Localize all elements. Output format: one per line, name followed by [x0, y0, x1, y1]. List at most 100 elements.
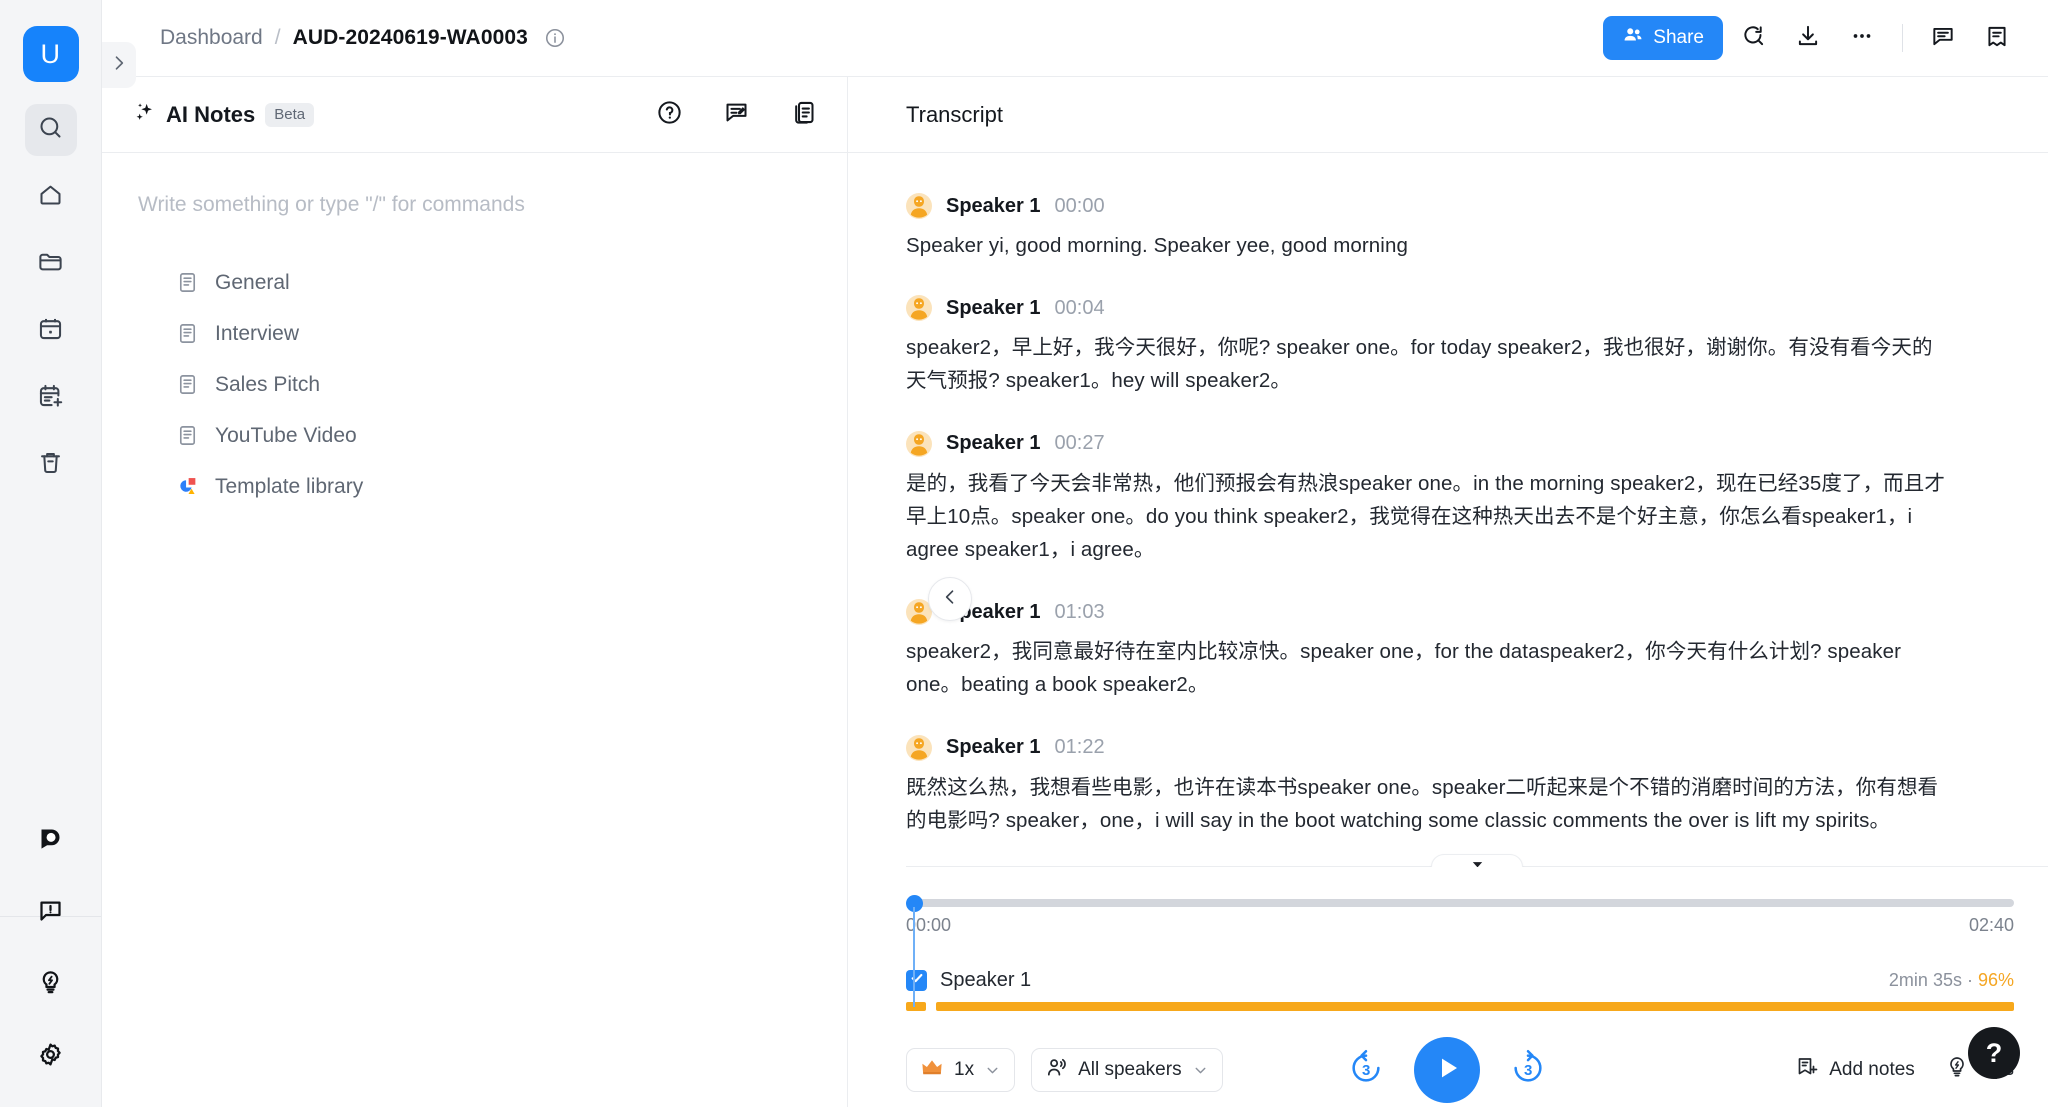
sidebar-item-brand[interactable] — [25, 815, 77, 867]
app-root: U Dashboard / AUD-20240619-WA0003 Share … — [0, 0, 2048, 1107]
main-column: Dashboard / AUD-20240619-WA0003 Share AI… — [102, 0, 2048, 1107]
transcript-text: speaker2，我同意最好待在室内比较凉快。speaker one，for t… — [906, 640, 1902, 697]
speaker-filter-button[interactable]: All speakers — [1031, 1048, 1223, 1092]
add-notes-button[interactable]: Add notes — [1795, 1055, 1915, 1085]
add-notes-icon — [1795, 1055, 1819, 1085]
transcript-entry[interactable]: Speaker 1 01:03 speaker2，我同意最好待在室内比较凉快。s… — [906, 599, 1990, 701]
collapse-notes-pane-button[interactable] — [928, 577, 972, 621]
ai-notes-title-group: AI Notes Beta — [134, 101, 315, 128]
crown-icon — [920, 1055, 944, 1085]
speaker-waveform[interactable] — [906, 1002, 2014, 1011]
template-item-label: General — [215, 270, 290, 294]
share-button[interactable]: Share — [1603, 16, 1723, 60]
time-row: 00:00 02:40 — [906, 915, 2014, 936]
note-editor-placeholder[interactable]: Write something or type "/" for commands — [134, 193, 815, 217]
avatar — [906, 430, 932, 457]
template-item-youtube-video[interactable]: YouTube Video — [134, 410, 815, 461]
sidebar-item-trash[interactable] — [25, 439, 77, 491]
search-refresh-button[interactable] — [1731, 15, 1777, 61]
transcript-timestamp[interactable]: 00:00 — [1055, 195, 1105, 218]
rewind-button[interactable]: 3 — [1346, 1049, 1386, 1090]
template-item-interview[interactable]: Interview — [134, 308, 815, 359]
transcript-timestamp[interactable]: 00:27 — [1055, 432, 1105, 455]
transcript-speaker: Speaker 1 — [946, 194, 1041, 217]
calendar-icon — [37, 315, 64, 347]
speakers-icon — [1045, 1056, 1068, 1085]
top-bar: Dashboard / AUD-20240619-WA0003 Share — [102, 0, 2048, 76]
ai-notes-pane: AI Notes Beta Write something or type "/… — [102, 77, 848, 1107]
document-icon — [176, 424, 199, 447]
waveform-segment — [936, 1002, 2014, 1011]
sidebar-item-calendar[interactable] — [25, 305, 77, 357]
people-icon — [1622, 24, 1644, 52]
transcript-text: 既然这么热，我想看些电影，也许在读本书speaker one。speaker二听… — [906, 775, 1939, 832]
sidebar-item-calendar-add[interactable] — [25, 372, 77, 424]
document-icon — [176, 373, 199, 396]
template-item-general[interactable]: General — [134, 257, 815, 308]
chevron-down-icon — [1192, 1062, 1209, 1079]
question-mark-icon: ? — [1985, 1037, 2003, 1068]
search-icon — [37, 114, 64, 146]
speaker-track-checkbox[interactable] — [906, 970, 927, 991]
ai-notes-header: AI Notes Beta — [102, 77, 847, 153]
sidebar-item-feedback[interactable] — [25, 887, 77, 939]
gear-icon — [37, 1041, 64, 1073]
template-item-label: Template library — [215, 474, 364, 498]
transcript-timestamp[interactable]: 00:04 — [1055, 297, 1105, 320]
audio-player: 00:00 02:40 Speaker 1 2min 35s · 96% 1x … — [848, 867, 2048, 1107]
comment-edit-icon — [723, 99, 750, 131]
sidebar-item-tips[interactable] — [25, 959, 77, 1011]
transcript-timestamp[interactable]: 01:03 — [1055, 601, 1105, 624]
seek-bar[interactable] — [912, 899, 2014, 907]
info-icon[interactable] — [544, 27, 566, 49]
speaker-filter-label: All speakers — [1078, 1059, 1182, 1080]
chevron-down-icon — [984, 1062, 1001, 1079]
play-button[interactable] — [1414, 1037, 1481, 1103]
playback-speed-button[interactable]: 1x — [906, 1048, 1016, 1092]
speaker-track-duration: 2min 35s — [1888, 970, 1962, 990]
playback-speed-label: 1x — [954, 1059, 975, 1080]
speaker-track-percent: 96% — [1977, 970, 2014, 990]
notes-panel-button[interactable] — [1974, 15, 2020, 61]
playhead-line — [913, 907, 915, 1007]
speaker-track-row: Speaker 1 2min 35s · 96% — [906, 969, 2014, 992]
transcript-entry[interactable]: Speaker 1 00:04 speaker2，早上好，我今天很好，你呢? s… — [906, 295, 1990, 397]
transcript-entry-meta: Speaker 1 01:03 — [906, 599, 1990, 626]
app-logo[interactable]: U — [22, 26, 79, 82]
notes-feedback-button[interactable] — [723, 99, 750, 131]
download-button[interactable] — [1785, 15, 1831, 61]
sidebar-item-search[interactable] — [24, 104, 77, 156]
ai-notes-actions — [656, 99, 817, 131]
forward-button[interactable]: 3 — [1508, 1049, 1548, 1090]
sidebar-item-home[interactable] — [25, 171, 77, 223]
sparkle-icon — [134, 101, 156, 128]
more-button[interactable] — [1839, 15, 1885, 61]
breadcrumb-separator: / — [274, 26, 281, 49]
help-button[interactable] — [656, 99, 683, 131]
help-fab-button[interactable]: ? — [1968, 1027, 2020, 1079]
total-time: 02:40 — [1968, 915, 2014, 935]
transcript-entry[interactable]: Speaker 1 01:22 既然这么热，我想看些电影，也许在读本书speak… — [906, 734, 1990, 837]
template-list: General Interview Sales Pitch YouTube Vi… — [134, 257, 815, 512]
calendar-add-icon — [37, 382, 64, 414]
transcript-entry-meta: Speaker 1 00:04 — [906, 295, 1990, 322]
folder-icon — [37, 248, 64, 280]
rewind-seconds-label: 3 — [1361, 1061, 1371, 1079]
transcript-header: Transcript — [848, 77, 2048, 153]
expand-sidebar-button[interactable] — [102, 42, 136, 88]
duplicate-button[interactable] — [790, 99, 817, 131]
comment-button[interactable] — [1920, 15, 1966, 61]
transcript-timestamp[interactable]: 01:22 — [1055, 736, 1105, 759]
template-item-template-library[interactable]: Template library — [134, 461, 815, 512]
document-icon — [176, 271, 199, 294]
template-item-sales-pitch[interactable]: Sales Pitch — [134, 359, 815, 410]
sidebar-item-folder[interactable] — [25, 238, 77, 290]
transcript-entry[interactable]: Speaker 1 00:27 是的，我看了今天会非常热，他们预报会有热浪spe… — [906, 430, 1990, 567]
transcript-entry[interactable]: Speaker 1 00:00 Speaker yi, good morning… — [906, 193, 1990, 262]
waveform-segment — [906, 1002, 926, 1011]
breadcrumb-dashboard[interactable]: Dashboard — [160, 26, 263, 50]
notes-panel-icon — [1984, 23, 2010, 54]
sidebar-item-settings[interactable] — [25, 1031, 77, 1083]
avatar — [906, 295, 932, 322]
ai-notes-title: AI Notes — [166, 101, 256, 127]
